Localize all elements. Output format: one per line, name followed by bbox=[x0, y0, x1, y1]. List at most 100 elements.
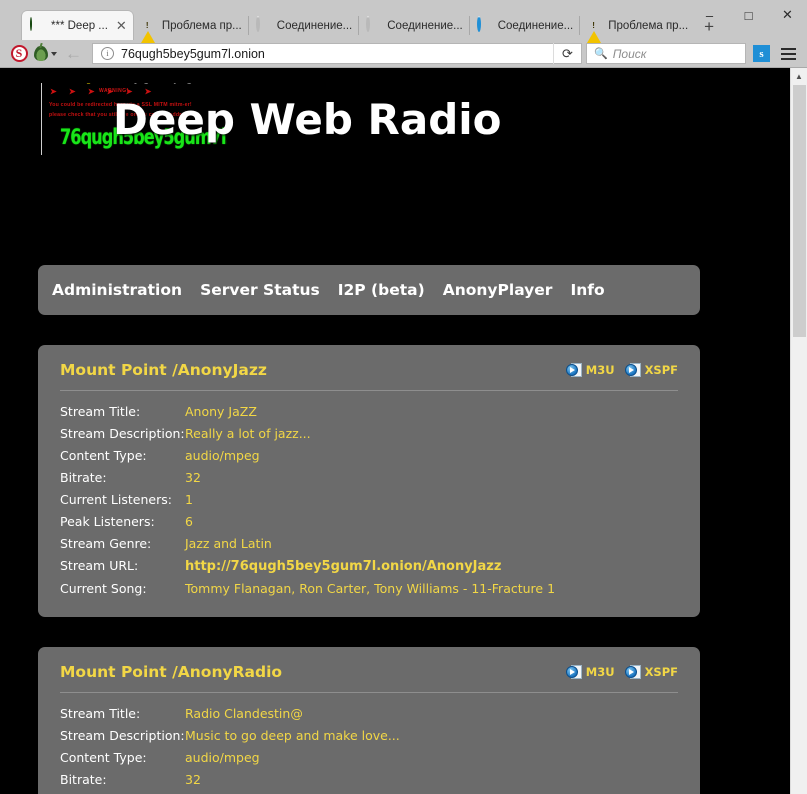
url-text: 76qugh5bey5gum7l.onion bbox=[121, 47, 553, 61]
play-file-icon bbox=[566, 363, 582, 377]
browser-tab-4[interactable]: Соединение... bbox=[469, 11, 579, 40]
detail-key: Content Type: bbox=[60, 448, 185, 463]
detail-key: Current Song: bbox=[60, 581, 185, 596]
detail-row: Current Listeners: 1 bbox=[60, 488, 678, 510]
detail-value: 32 bbox=[185, 470, 201, 485]
m3u-label: M3U bbox=[586, 665, 615, 679]
maximize-button[interactable]: □ bbox=[729, 0, 768, 30]
detail-row: Bitrate: 32 bbox=[60, 768, 678, 790]
detail-value: audio/mpeg bbox=[185, 750, 260, 765]
detail-value: Jazz and Latin bbox=[185, 536, 272, 551]
compare-host: 76qugh5bey5gum7l bbox=[118, 83, 218, 84]
browser-window: *** Deep ... ✕ Проблема пр... Соединение… bbox=[0, 0, 807, 794]
browser-tab-0[interactable]: *** Deep ... ✕ bbox=[22, 11, 133, 40]
detail-value: Really a lot of jazz... bbox=[185, 426, 311, 441]
nav-item-server-status[interactable]: Server Status bbox=[200, 281, 320, 299]
page-title: Deep Web Radio bbox=[113, 95, 502, 144]
detail-value: 32 bbox=[185, 772, 201, 787]
detail-row: Current Listeners: 1 bbox=[60, 790, 678, 794]
mount-point-title: Mount Point /AnonyRadio bbox=[60, 663, 282, 681]
main-navigation: Administration Server Status I2P (beta) … bbox=[38, 265, 700, 315]
browser-tab-3[interactable]: Соединение... bbox=[358, 11, 468, 40]
browser-tab-5[interactable]: Проблема пр... bbox=[579, 11, 694, 40]
play-file-icon bbox=[625, 363, 641, 377]
detail-value: Radio Clandestin@ bbox=[185, 706, 303, 721]
globe-icon bbox=[30, 18, 45, 33]
back-button[interactable]: ← bbox=[60, 43, 87, 65]
nav-item-anonyplayer[interactable]: AnonyPlayer bbox=[443, 281, 553, 299]
detail-row: Content Type: audio/mpeg bbox=[60, 746, 678, 768]
warning-icon bbox=[587, 18, 602, 33]
warning-word: WARNING! bbox=[99, 88, 129, 94]
stream-url-link[interactable]: http://76qugh5bey5gum7l.onion/AnonyJazz bbox=[185, 559, 501, 574]
scriptsafe-button[interactable]: S bbox=[6, 42, 32, 66]
detail-key: Stream Description: bbox=[60, 426, 185, 441]
xspf-link[interactable]: XSPF bbox=[625, 665, 678, 679]
xspf-link[interactable]: XSPF bbox=[625, 363, 678, 377]
mount-point-details: Stream Title: Anony JaZZ Stream Descript… bbox=[60, 400, 678, 599]
page-viewport: Compare: 76qugh5bey5gum7l.onion ➤ ➤ ➤ ➤ … bbox=[0, 68, 807, 794]
detail-row: Stream URL: http://76qugh5bey5gum7l.onio… bbox=[60, 554, 678, 577]
search-placeholder: Поиск bbox=[613, 47, 647, 61]
close-window-button[interactable]: ✕ bbox=[768, 0, 807, 30]
mount-point-header: Mount Point /AnonyRadio M3U XSPF bbox=[60, 663, 678, 693]
scrollbar-thumb[interactable] bbox=[793, 85, 806, 337]
reload-icon[interactable]: ⟳ bbox=[553, 43, 581, 64]
search-icon: 🔍 bbox=[594, 47, 608, 60]
detail-row: Stream Genre: Jazz and Latin bbox=[60, 532, 678, 554]
m3u-link[interactable]: M3U bbox=[566, 665, 615, 679]
scroll-up-arrow-icon[interactable]: ▲ bbox=[791, 68, 807, 85]
nav-item-i2p[interactable]: I2P (beta) bbox=[338, 281, 425, 299]
detail-key: Stream URL: bbox=[60, 558, 185, 573]
url-bar[interactable]: i 76qugh5bey5gum7l.onion ⟳ bbox=[92, 43, 582, 64]
detail-row: Stream Title: Radio Clandestin@ bbox=[60, 702, 678, 724]
onion-icon bbox=[34, 46, 48, 61]
detail-key: Bitrate: bbox=[60, 470, 185, 485]
mount-point-links: M3U XSPF bbox=[566, 363, 678, 377]
search-bar[interactable]: 🔍 Поиск bbox=[586, 43, 746, 64]
loading-ring-icon bbox=[366, 18, 381, 33]
window-controls: – □ ✕ bbox=[690, 0, 807, 30]
mount-point-title: Mount Point /AnonyJazz bbox=[60, 361, 267, 379]
browser-tab-2[interactable]: Соединение... bbox=[248, 11, 358, 40]
page-content: Compare: 76qugh5bey5gum7l.onion ➤ ➤ ➤ ➤ … bbox=[0, 68, 790, 794]
mount-point-links: M3U XSPF bbox=[566, 665, 678, 679]
page-scrollbar[interactable]: ▲ bbox=[790, 68, 807, 794]
compare-line: Compare: 76qugh5bey5gum7l.onion bbox=[61, 83, 227, 85]
detail-key: Stream Description: bbox=[60, 728, 185, 743]
xspf-label: XSPF bbox=[645, 665, 678, 679]
site-identity-icon[interactable]: i bbox=[101, 47, 114, 60]
nav-item-info[interactable]: Info bbox=[570, 281, 604, 299]
detail-value: Tommy Flanagan, Ron Carter, Tony William… bbox=[185, 581, 555, 596]
tab-title: Соединение... bbox=[277, 20, 352, 32]
detail-value: audio/mpeg bbox=[185, 448, 260, 463]
navigation-toolbar: S ← i 76qugh5bey5gum7l.onion ⟳ 🔍 Поиск s bbox=[0, 40, 807, 67]
loading-ring-icon bbox=[256, 18, 271, 33]
detail-row: Bitrate: 32 bbox=[60, 466, 678, 488]
menu-icon[interactable] bbox=[775, 43, 801, 65]
close-tab-icon[interactable]: ✕ bbox=[116, 21, 127, 31]
tab-title: Соединение... bbox=[387, 20, 462, 32]
detail-value: Music to go deep and make love... bbox=[185, 728, 400, 743]
detail-value: 1 bbox=[185, 492, 193, 507]
detail-row: Stream Description: Really a lot of jazz… bbox=[60, 422, 678, 444]
detail-key: Stream Genre: bbox=[60, 536, 185, 551]
m3u-link[interactable]: M3U bbox=[566, 363, 615, 377]
detail-row: Content Type: audio/mpeg bbox=[60, 444, 678, 466]
browser-tab-1[interactable]: Проблема пр... bbox=[133, 11, 248, 40]
play-file-icon bbox=[566, 665, 582, 679]
loading-ring-blue-icon bbox=[477, 18, 492, 33]
nav-item-administration[interactable]: Administration bbox=[52, 281, 182, 299]
torbutton-button[interactable] bbox=[32, 42, 58, 66]
detail-key: Content Type: bbox=[60, 750, 185, 765]
compare-tld: .onion bbox=[218, 83, 227, 84]
site-banner: Compare: 76qugh5bey5gum7l.onion ➤ ➤ ➤ ➤ … bbox=[0, 68, 500, 161]
extension-button[interactable]: s bbox=[753, 45, 770, 62]
play-file-icon bbox=[625, 665, 641, 679]
detail-row: Peak Listeners: 6 bbox=[60, 510, 678, 532]
detail-row: Current Song: Tommy Flanagan, Ron Carter… bbox=[60, 577, 678, 599]
scriptsafe-icon: S bbox=[11, 45, 28, 62]
minimize-button[interactable]: – bbox=[690, 0, 729, 30]
warning-icon bbox=[141, 18, 156, 33]
detail-key: Peak Listeners: bbox=[60, 514, 185, 529]
